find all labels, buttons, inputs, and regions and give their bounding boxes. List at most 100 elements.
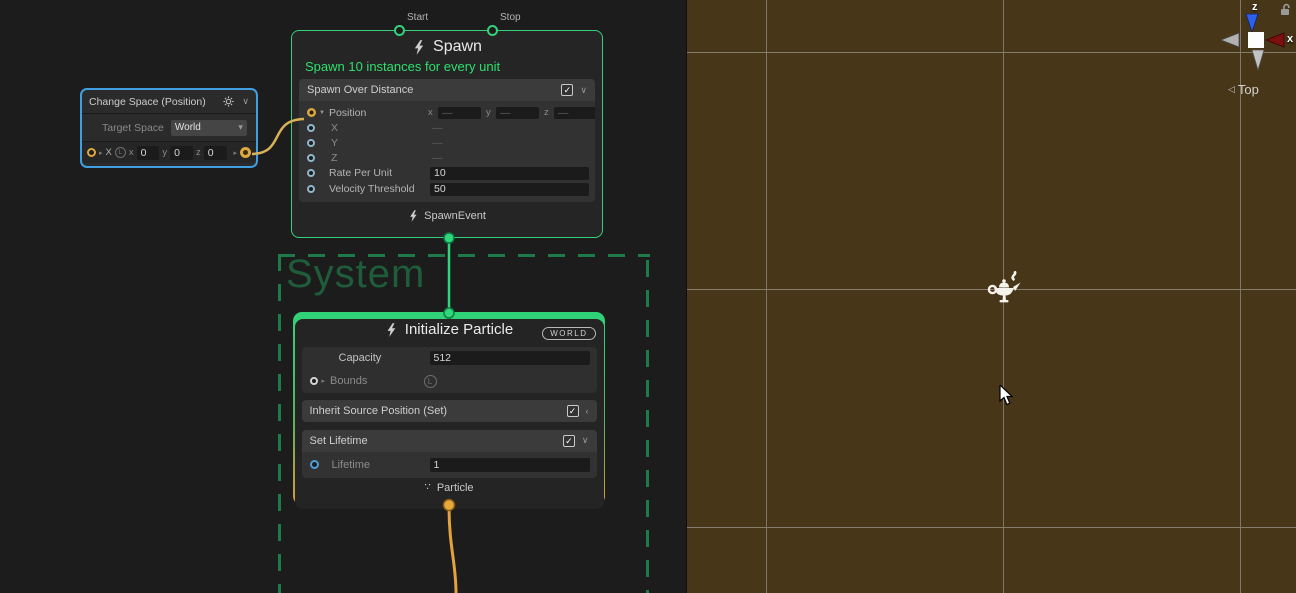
z-port[interactable] [307,154,315,162]
vfx-graph-canvas[interactable]: System Change Space (Position) [0,0,686,593]
check-icon: ✓ [564,85,572,95]
x-axis-label: x [1287,33,1293,45]
z-axis-cone[interactable] [1244,13,1260,33]
block-title: Inherit Source Position (Set) [310,405,560,417]
position-input-port[interactable] [87,148,96,157]
x-label: X [331,122,338,134]
collapse-chevron-icon[interactable]: ∨ [242,96,249,107]
mouse-cursor [999,385,1014,406]
rate-per-unit-row: Rate Per Unit 10 [299,165,595,181]
target-space-dropdown[interactable]: World ▾ [171,120,247,136]
rate-per-unit-label: Rate Per Unit [329,167,392,179]
position-expander-icon[interactable]: ▼ [319,110,325,116]
pos-y-field[interactable]: — [496,107,539,119]
spawn-context-node[interactable]: Start Stop Spawn Spawn 10 instances for … [291,30,603,238]
axis-row-y: Y — [299,135,595,150]
axis-row-x: X — [299,120,595,135]
pos-x-field[interactable]: — [438,107,481,119]
set-lifetime-block[interactable]: Set Lifetime ✓ ∨ Lifetime 1 [302,430,597,478]
target-space-value: World [175,122,238,133]
lock-icon[interactable] [1280,3,1291,16]
node-title: Change Space (Position) [89,96,223,108]
velocity-threshold-label: Velocity Threshold [329,183,415,195]
block-collapse-chevron-icon[interactable]: ∨ [582,435,589,446]
panel-divider[interactable] [686,0,687,593]
bounds-port[interactable] [310,377,318,385]
local-space-icon[interactable]: L [115,147,126,158]
block-collapse-chevron-icon[interactable]: ∨ [580,85,587,96]
expand-triangle-icon[interactable]: ▸ [99,149,103,157]
lifetime-port[interactable] [310,460,319,469]
block-enabled-checkbox[interactable]: ✓ [561,84,573,96]
grid-line [766,0,767,593]
lifetime-row: Lifetime 1 [302,452,597,478]
spawn-event-label: SpawnEvent [424,210,486,222]
change-space-header[interactable]: Change Space (Position) ∨ [82,90,256,114]
x-value-field[interactable]: 0 [137,146,160,160]
rate-per-unit-field[interactable]: 10 [430,167,589,180]
bounds-expand-icon[interactable]: ▸ [322,377,326,385]
gear-icon[interactable] [223,96,234,107]
lightning-bolt-icon [412,39,425,56]
y-value-field[interactable]: 0 [170,146,193,160]
y-label: Y [331,137,338,149]
initialize-particle-node[interactable]: Initialize Particle WORLD Capacity 512 ▸… [293,312,605,505]
position-output-port[interactable] [240,147,251,158]
node-title: Spawn [433,38,482,56]
y-field-label: y [162,147,167,158]
inherit-source-position-block[interactable]: Inherit Source Position (Set) ✓ ‹ [302,400,597,422]
node-title: Initialize Particle [405,321,513,338]
neg-axis-cone-left[interactable] [1220,31,1240,49]
bounds-row: ▸ Bounds L [302,370,597,393]
view-axis-button[interactable] [1248,32,1264,48]
system-container-label: System [286,252,425,297]
z-field-label: z [196,147,201,158]
spawn-over-distance-block[interactable]: Spawn Over Distance ✓ ∨ ▼ Position x — y… [299,79,595,202]
input-port-label: X [106,147,112,158]
rate-per-unit-port[interactable] [307,169,315,177]
view-orientation-label[interactable]: ◁ Top [1228,82,1259,97]
particle-wire[interactable] [449,505,456,593]
velocity-threshold-field[interactable]: 50 [430,183,589,196]
start-flow-label: Start [407,12,428,23]
lifetime-field[interactable]: 1 [430,458,590,472]
change-space-node[interactable]: Change Space (Position) ∨ Targe [80,88,258,168]
position-row: ▼ Position x — y — z — [299,105,595,120]
grid-line [686,52,1296,53]
neg-axis-cone-bottom[interactable] [1250,49,1266,71]
scene-viewport[interactable]: z x ◁ Top [686,0,1296,593]
x-value[interactable]: — [432,122,443,134]
x-axis-cone[interactable] [1265,31,1285,49]
init-settings-box: Capacity 512 ▸ Bounds L [302,347,597,393]
pos-x-label: x [428,107,433,118]
lifetime-label: Lifetime [332,459,371,471]
z-value[interactable]: — [432,152,443,164]
velocity-threshold-port[interactable] [307,185,315,193]
block-collapsed-chevron-icon[interactable]: ‹ [586,406,589,416]
block-enabled-checkbox[interactable]: ✓ [567,405,579,417]
pos-z-field[interactable]: — [554,107,595,119]
y-port[interactable] [307,139,315,147]
vfx-lamp-icon[interactable] [985,271,1021,305]
lightning-bolt-icon [385,322,397,338]
view-name: Top [1238,82,1259,97]
start-flow-port[interactable] [394,25,405,36]
output-triangle-icon: ▸ [234,149,238,157]
z-value-field[interactable]: 0 [204,146,227,160]
z-label: Z [331,152,337,164]
capacity-field[interactable]: 512 [430,351,590,365]
block-enabled-checkbox[interactable]: ✓ [563,435,575,447]
position-port-connected[interactable] [307,108,316,117]
spawn-title-row: Spawn [292,36,602,58]
view-chevron-icon: ◁ [1228,84,1235,95]
lightning-bolt-icon [408,209,418,223]
pos-y-label: y [486,107,491,118]
stop-flow-port[interactable] [487,25,498,36]
x-port[interactable] [307,124,315,132]
y-value[interactable]: — [432,137,443,149]
check-icon: ✓ [569,406,577,416]
capacity-row: Capacity 512 [302,347,597,370]
particle-icon: ∵ [424,482,430,493]
local-space-icon: L [424,375,437,388]
space-badge[interactable]: WORLD [542,327,595,340]
